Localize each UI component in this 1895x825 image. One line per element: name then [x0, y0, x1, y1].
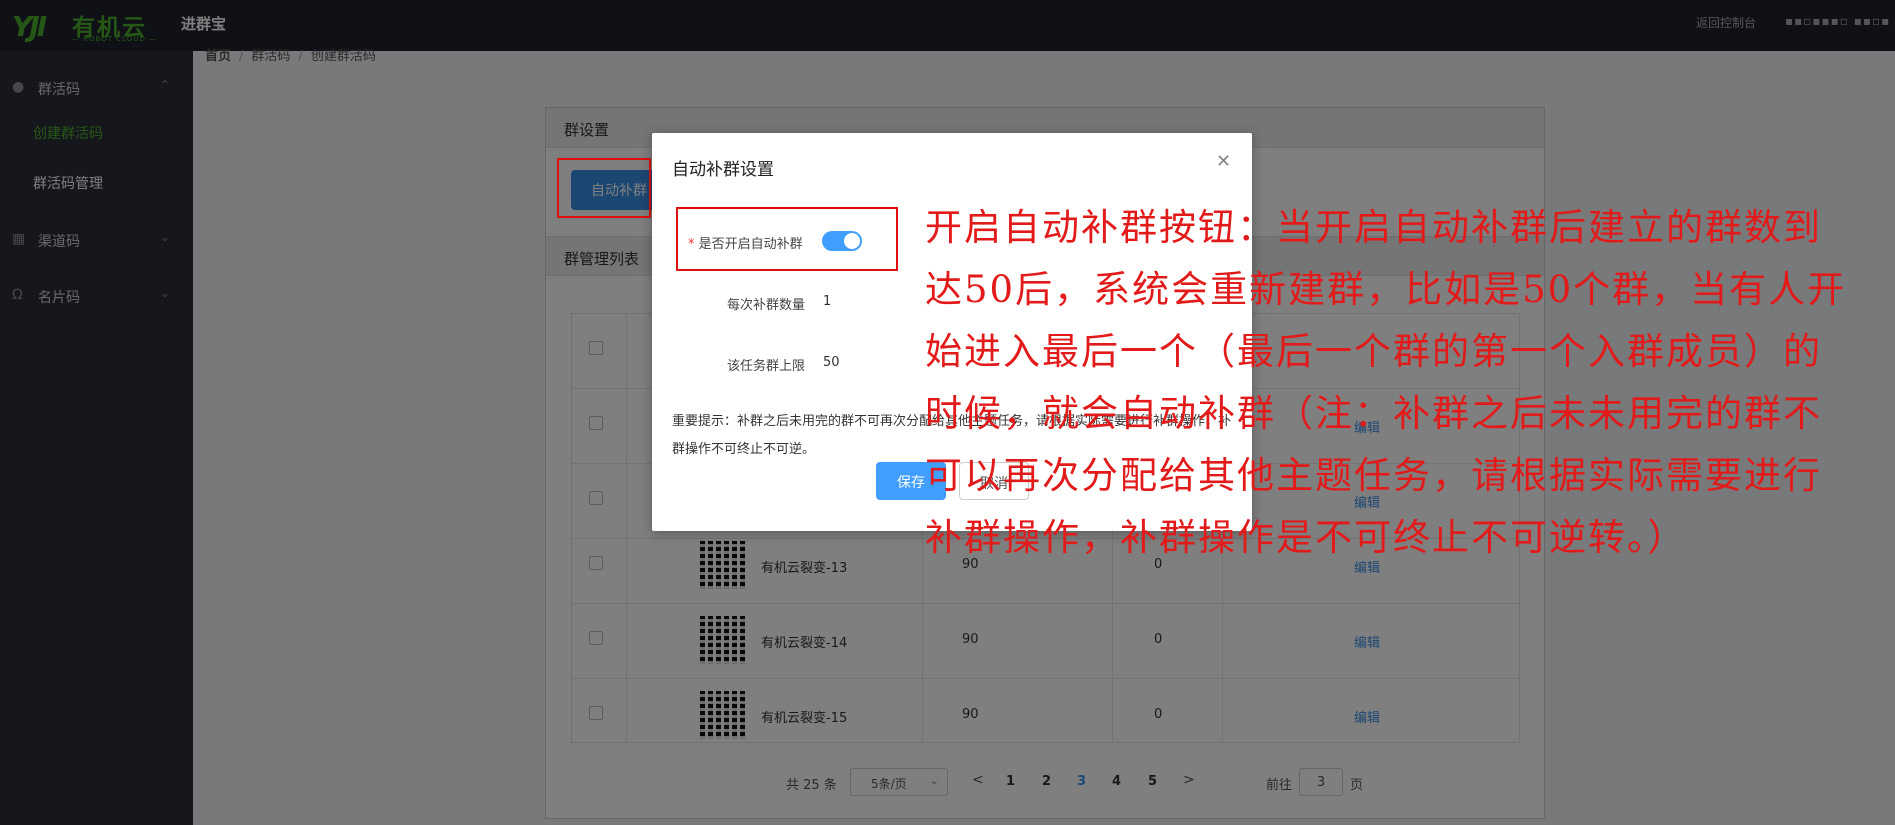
dialog-title: 自动补群设置: [672, 160, 774, 180]
count-value[interactable]: 1: [823, 294, 831, 309]
limit-label: 该任务群上限: [727, 359, 806, 374]
auto-replenish-switch[interactable]: [822, 231, 862, 251]
limit-value[interactable]: 50: [823, 355, 840, 370]
count-label: 每次补群数量: [727, 298, 806, 313]
annotation-text: 开启自动补群按钮：当开启自动补群后建立的群数到达50后，系统会重新建群，比如是5…: [925, 206, 1847, 559]
switch-label: * 是否开启自动补群: [688, 237, 803, 252]
annotation-highlight-box: [557, 158, 651, 218]
switch-knob: [844, 233, 860, 249]
close-icon[interactable]: ✕: [1216, 151, 1231, 172]
